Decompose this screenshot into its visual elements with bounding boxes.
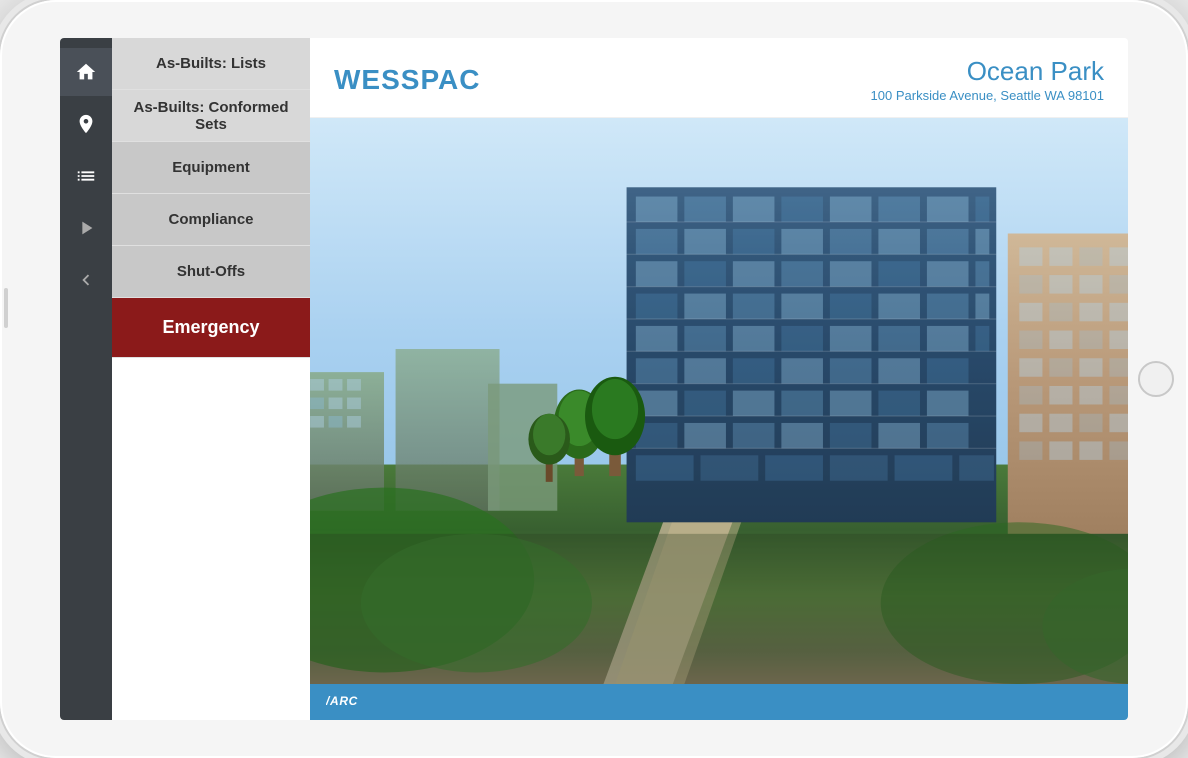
location-icon	[75, 113, 97, 135]
sidebar-item-back[interactable]	[60, 256, 112, 304]
sidebar-item-play[interactable]	[60, 204, 112, 252]
tablet-frame: As-Builts: Lists As-Builts: Conformed Se…	[0, 0, 1188, 758]
back-icon	[75, 269, 97, 291]
arc-logo: /ARC	[326, 691, 366, 714]
brand-logo: WESSPAC	[334, 64, 481, 96]
menu-item-as-builts-conformed[interactable]: As-Builts: Conformed Sets	[112, 90, 310, 142]
footer-bar: /ARC	[310, 684, 1128, 720]
menu-sidebar: As-Builts: Lists As-Builts: Conformed Se…	[112, 38, 310, 720]
main-content: WESSPAC Ocean Park 100 Parkside Avenue, …	[310, 38, 1128, 720]
menu-item-as-builts-lists[interactable]: As-Builts: Lists	[112, 38, 310, 90]
building-scene	[310, 118, 1128, 684]
list-icon	[75, 165, 97, 187]
arc-logo-svg: /ARC	[326, 691, 366, 711]
menu-item-emergency[interactable]: Emergency	[112, 298, 310, 358]
sidebar-item-home[interactable]	[60, 48, 112, 96]
svg-text:/ARC: /ARC	[326, 694, 358, 708]
app-body: As-Builts: Lists As-Builts: Conformed Se…	[60, 38, 1128, 720]
icon-sidebar	[60, 38, 112, 720]
property-address: 100 Parkside Avenue, Seattle WA 98101	[871, 88, 1104, 103]
sidebar-item-location[interactable]	[60, 100, 112, 148]
building-image	[310, 118, 1128, 684]
screen: As-Builts: Lists As-Builts: Conformed Se…	[60, 38, 1128, 720]
menu-item-shut-offs[interactable]: Shut-Offs	[112, 246, 310, 298]
property-name: Ocean Park	[871, 56, 1104, 87]
property-info: Ocean Park 100 Parkside Avenue, Seattle …	[871, 56, 1104, 102]
home-icon	[75, 61, 97, 83]
sidebar-item-list[interactable]	[60, 152, 112, 200]
menu-item-compliance[interactable]: Compliance	[112, 194, 310, 246]
menu-item-equipment[interactable]: Equipment	[112, 142, 310, 194]
play-icon	[75, 217, 97, 239]
header: WESSPAC Ocean Park 100 Parkside Avenue, …	[310, 38, 1128, 118]
